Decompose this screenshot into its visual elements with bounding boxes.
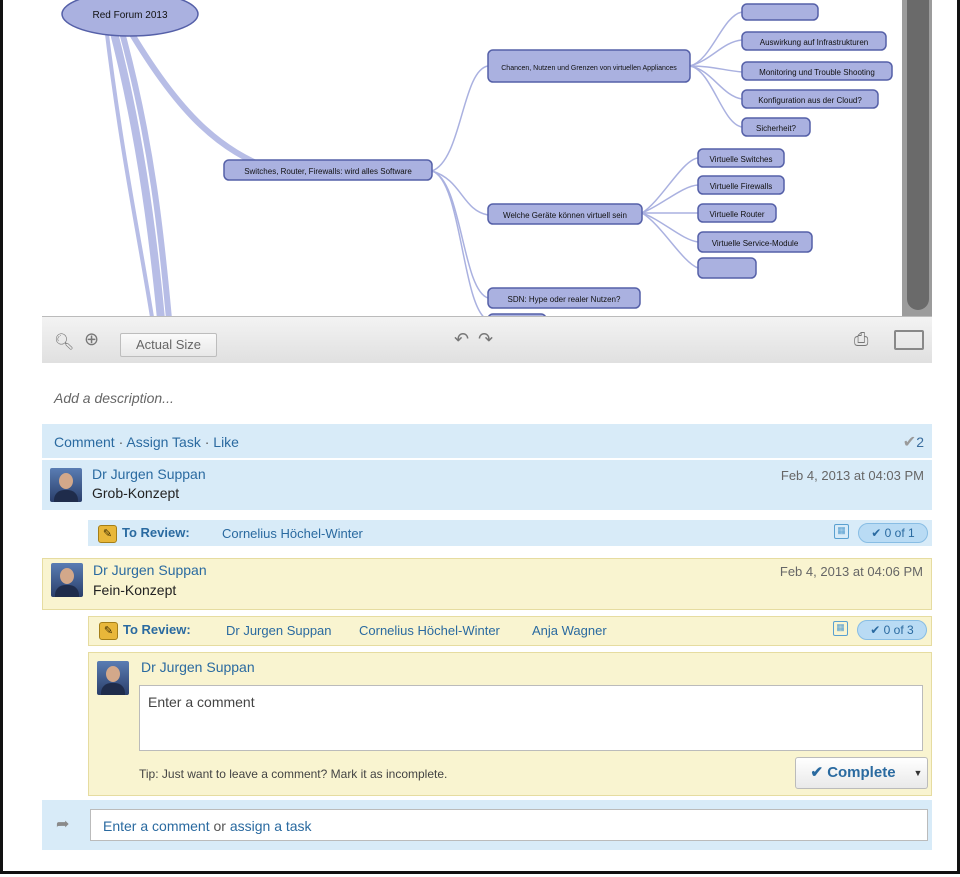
pencil-icon: ✎ (99, 622, 118, 640)
mindmap-root-label: Red Forum 2013 (92, 10, 167, 21)
actual-size-button[interactable]: Actual Size (120, 333, 217, 357)
task-assignee[interactable]: Cornelius Höchel-Winter (222, 526, 363, 541)
avatar[interactable] (50, 468, 82, 502)
calendar-icon[interactable]: ▦ (833, 621, 848, 636)
comment-date: Feb 4, 2013 at 04:03 PM (780, 468, 924, 483)
comment-author[interactable]: Dr Jurgen Suppan (92, 466, 206, 482)
mindmap-node-label: Virtuelle Switches (710, 155, 773, 164)
avatar[interactable] (51, 563, 83, 597)
mindmap-viewer: Red Forum 2013 Switches, Router, Firewal… (42, 0, 932, 363)
new-comment-input[interactable]: Enter a comment or assign a task (90, 809, 928, 841)
viewer-toolbar: 🔍︎ ⊕ Actual Size ↶ ↷ ⎙ (42, 316, 932, 363)
likes-number: 2 (916, 434, 924, 450)
reply-author[interactable]: Dr Jurgen Suppan (141, 659, 255, 675)
comment-author[interactable]: Dr Jurgen Suppan (93, 562, 207, 578)
mindmap-node-label: Virtuelle Firewalls (710, 182, 773, 191)
comment-item: Dr Jurgen Suppan Fein-Konzept Feb 4, 201… (42, 558, 932, 610)
scrollbar-thumb[interactable] (907, 0, 929, 310)
comment-item: Dr Jurgen Suppan Grob-Konzept Feb 4, 201… (42, 460, 932, 510)
mindmap-node-label: Auswirkung auf Infrastrukturen (760, 38, 869, 47)
reply-box: Dr Jurgen Suppan Enter a comment Tip: Ju… (88, 652, 932, 796)
task-label: To Review: (122, 525, 190, 540)
mindmap-node-label: Virtuelle Router (710, 210, 765, 219)
complete-button[interactable]: ✔ Complete (795, 757, 911, 789)
mindmap-node-label: Switches, Router, Firewalls: wird alles … (244, 167, 412, 176)
fullscreen-icon[interactable] (894, 330, 924, 350)
calendar-icon[interactable]: ▦ (834, 524, 849, 539)
mindmap-svg: Red Forum 2013 Switches, Router, Firewal… (61, 0, 893, 316)
print-icon[interactable]: ⎙ (854, 329, 868, 350)
mindmap-node[interactable] (741, 3, 819, 21)
reply-comment-input[interactable]: Enter a comment (139, 685, 923, 751)
mindmap-node-label: Monitoring und Trouble Shooting (759, 68, 875, 77)
pencil-icon: ✎ (98, 525, 117, 543)
separator: · (204, 434, 210, 450)
mindmap-node-label: Virtuelle Service-Module (712, 239, 799, 248)
task-assignee[interactable]: Anja Wagner (532, 623, 607, 638)
complete-dropdown-toggle[interactable]: ▼ (909, 757, 928, 789)
separator: · (118, 434, 124, 450)
rotate-left-icon[interactable]: ↶ (454, 329, 469, 350)
description-placeholder[interactable]: Add a description... (54, 390, 174, 406)
mindmap-node-label: Welche Geräte können virtuell sein (503, 211, 627, 220)
avatar (97, 661, 129, 695)
assign-task-link[interactable]: Assign Task (126, 434, 200, 450)
tip-text: Tip: Just want to leave a comment? Mark … (139, 767, 448, 781)
new-comment-bar: ➦ Enter a comment or assign a task (42, 800, 932, 850)
mindmap-node-label: Konfiguration aus der Cloud? (758, 96, 862, 105)
like-link[interactable]: Like (213, 434, 239, 450)
chevron-down-icon: ▼ (913, 768, 923, 778)
task-assignee[interactable]: Dr Jurgen Suppan (226, 623, 332, 638)
task-progress-badge[interactable]: ✔ 0 of 3 (857, 620, 927, 640)
likes-count[interactable]: ✔2 (903, 432, 924, 452)
comment-link[interactable]: Comment (54, 434, 115, 450)
task-assignee[interactable]: Cornelius Höchel-Winter (359, 623, 500, 638)
mindmap-node[interactable] (697, 257, 757, 279)
mindmap-canvas[interactable]: Red Forum 2013 Switches, Router, Firewal… (42, 0, 902, 316)
rotate-right-icon[interactable]: ↷ (478, 329, 493, 350)
mindmap-node-label: Sicherheit? (756, 124, 797, 133)
zoom-in-icon[interactable]: ⊕ (84, 329, 99, 350)
task-label: To Review: (123, 622, 191, 637)
reply-arrow-icon: ➦ (56, 816, 70, 833)
task-row: ✎ To Review: Dr Jurgen Suppan Cornelius … (88, 616, 932, 646)
check-icon: ✔ (902, 434, 917, 451)
task-row: ✎ To Review: Cornelius Höchel-Winter ▦ ✔… (88, 520, 932, 546)
mindmap-node-label: SDN: Hype oder realer Nutzen? (508, 295, 621, 304)
assign-task-link[interactable]: assign a task (230, 818, 312, 834)
or-text: or (209, 818, 230, 834)
mindmap-node-label: Chancen, Nutzen und Grenzen von virtuell… (501, 65, 677, 72)
zoom-out-icon[interactable]: 🔍︎ (54, 332, 74, 352)
action-bar: Comment · Assign Task · Like ✔2 (42, 424, 932, 458)
enter-comment-link[interactable]: Enter a comment (103, 818, 210, 834)
comment-date: Feb 4, 2013 at 04:06 PM (779, 564, 923, 579)
comment-text: Grob-Konzept (92, 485, 180, 501)
comment-text: Fein-Konzept (93, 582, 177, 598)
task-progress-badge[interactable]: ✔ 0 of 1 (858, 523, 928, 543)
